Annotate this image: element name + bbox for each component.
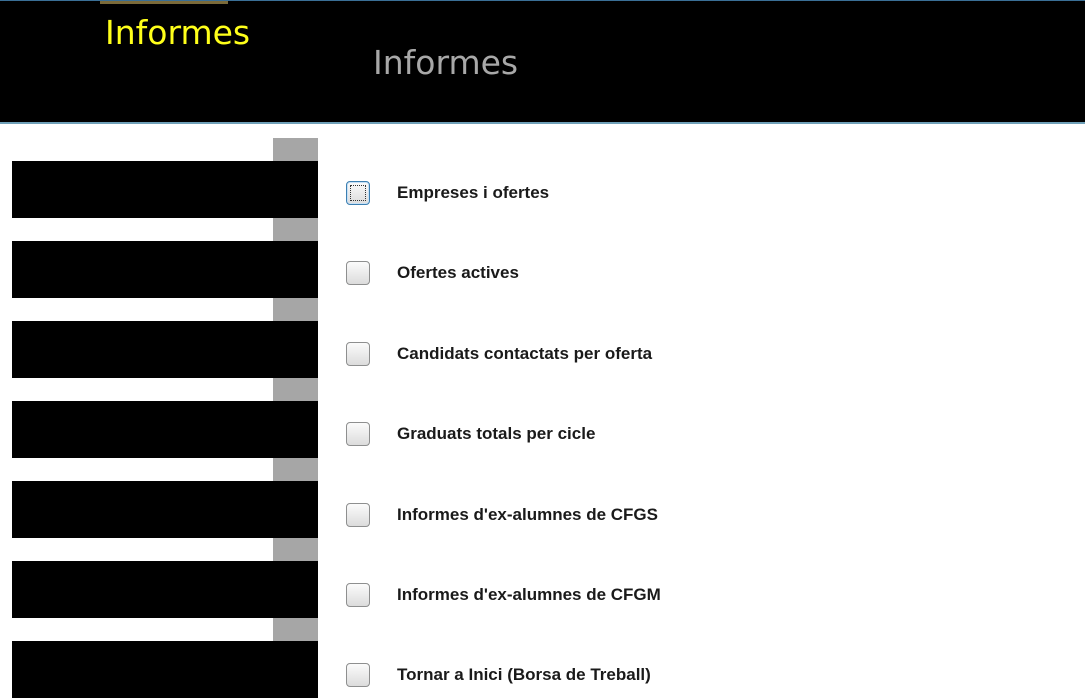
checkbox[interactable] [346,663,370,687]
app-brand[interactable]: Informes [105,14,250,51]
option-label: Informes d'ex-alumnes de CFGM [397,585,661,604]
option-label: Candidats contactats per oferta [397,344,653,363]
checkbox[interactable] [346,422,370,446]
option-label: Graduats totals per cicle [397,424,596,443]
option-graduats-totals[interactable]: Graduats totals per cicle [346,417,786,451]
sidebar [0,124,320,698]
option-label: Tornar a Inici (Borsa de Treball) [397,665,651,684]
sidebar-item[interactable] [12,241,318,298]
sidebar-item[interactable] [12,481,318,538]
checkbox[interactable] [346,583,370,607]
option-ex-alumnes-cfgs[interactable]: Informes d'ex-alumnes de CFGS [346,498,786,532]
option-label: Ofertes actives [397,263,519,282]
sidebar-item[interactable] [12,161,318,218]
app-header: Informes Informes [0,0,1085,124]
checkbox[interactable] [346,342,370,366]
checkbox[interactable] [346,181,370,205]
option-ofertes-actives[interactable]: Ofertes actives [346,256,786,290]
option-candidats-contactats[interactable]: Candidats contactats per oferta [346,337,786,371]
option-tornar-a-inici[interactable]: Tornar a Inici (Borsa de Treball) [346,658,786,692]
option-ex-alumnes-cfgm[interactable]: Informes d'ex-alumnes de CFGM [346,578,786,612]
active-tab-indicator [100,1,228,4]
sidebar-item[interactable] [12,561,318,618]
sidebar-item[interactable] [12,401,318,458]
option-empreses-i-ofertes[interactable]: Empreses i ofertes [346,176,786,210]
sidebar-item[interactable] [12,641,318,698]
page-title: Informes [373,43,519,82]
option-label: Informes d'ex-alumnes de CFGS [397,505,658,524]
checkbox[interactable] [346,503,370,527]
checkbox[interactable] [346,261,370,285]
option-label: Empreses i ofertes [397,183,550,202]
sidebar-item[interactable] [12,321,318,378]
